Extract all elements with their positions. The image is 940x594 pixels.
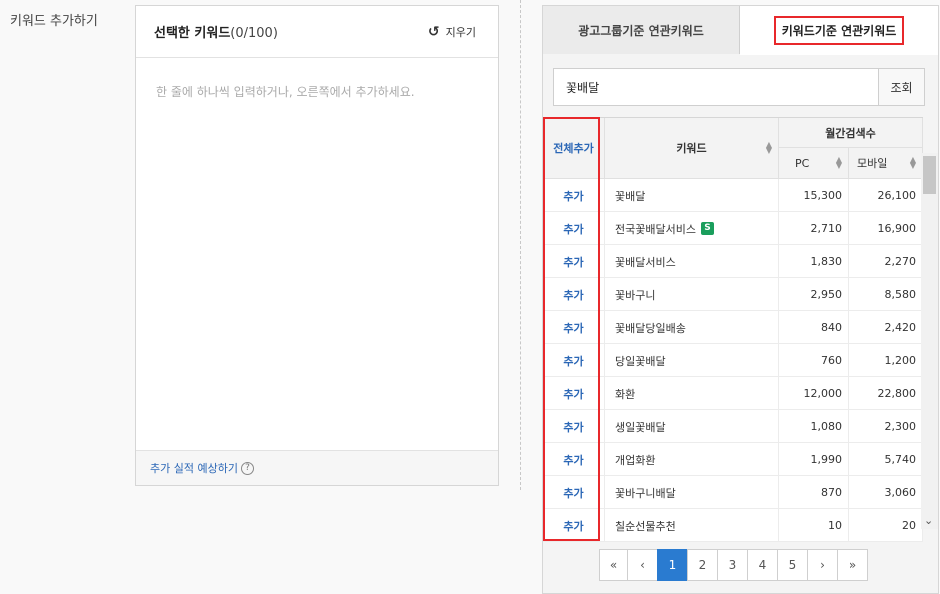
selected-keywords-panel: 선택한 키워드(0/100) ↺ 지우기 한 줄에 하나씩 입력하거나, 오른쪽… <box>135 5 499 486</box>
keyword-cell: 꽃바구니배달 <box>605 476 779 509</box>
pc-count-cell: 2,950 <box>779 278 849 311</box>
pc-count-cell: 1,080 <box>779 410 849 443</box>
keyword-cell: 개업화환 <box>605 443 779 476</box>
selected-keywords-title: 선택한 키워드(0/100) <box>154 26 278 41</box>
panel-divider <box>520 0 521 490</box>
keyword-cell: 전국꽃배달서비스 S <box>605 212 779 245</box>
add-button[interactable]: 추가 <box>543 476 605 509</box>
mobile-count-cell: 8,580 <box>849 278 923 311</box>
tab-bar: 광고그룹기준 연관키워드 키워드기준 연관키워드 <box>543 6 938 55</box>
add-button[interactable]: 추가 <box>543 377 605 410</box>
pagination: « ‹ 1 2 3 4 5 › » <box>599 549 868 581</box>
pc-count-cell: 10 <box>779 509 849 542</box>
add-button[interactable]: 추가 <box>543 410 605 443</box>
table-row: 추가 개업화환 1,990 5,740 <box>543 443 923 476</box>
prev-page-button[interactable]: ‹ <box>627 549 658 581</box>
add-button[interactable]: 추가 <box>543 212 605 245</box>
related-keywords-table: 전체추가 키워드 ▲ ▼ 월간검색수 PC ▲ ▼ 모바일 ▲ ▼ 추가 꽃배달 15,3… <box>543 117 923 542</box>
pc-header[interactable]: PC ▲ ▼ <box>779 148 849 179</box>
badge-icon: S <box>700 222 714 235</box>
page-1-button[interactable]: 1 <box>657 549 688 581</box>
keyword-cell: 꽃바구니 <box>605 278 779 311</box>
refresh-icon: ↺ <box>427 23 440 40</box>
next-page-button[interactable]: › <box>807 549 838 581</box>
table-scrollbar[interactable]: ⌄ <box>921 153 938 529</box>
pc-count-cell: 760 <box>779 344 849 377</box>
add-all-header[interactable]: 전체추가 <box>543 118 605 179</box>
first-page-button[interactable]: « <box>599 549 628 581</box>
keyword-cell: 생일꽃배달 <box>605 410 779 443</box>
keyword-cell: 칠순선물추천 <box>605 509 779 542</box>
keyword-cell: 꽃배달서비스 <box>605 245 779 278</box>
mobile-header[interactable]: 모바일 ▲ ▼ <box>849 148 923 179</box>
mobile-count-cell: 3,060 <box>849 476 923 509</box>
add-button[interactable]: 추가 <box>543 311 605 344</box>
mobile-count-cell: 2,300 <box>849 410 923 443</box>
mobile-count-cell: 26,100 <box>849 179 923 212</box>
table-row: 추가 칠순선물추천 10 20 <box>543 509 923 542</box>
pc-count-cell: 1,830 <box>779 245 849 278</box>
page-4-button[interactable]: 4 <box>747 549 778 581</box>
tab-adgroup-related[interactable]: 광고그룹기준 연관키워드 <box>543 6 740 54</box>
estimate-performance-link[interactable]: 추가 실적 예상하기 <box>150 460 238 476</box>
selected-keywords-header: 선택한 키워드(0/100) ↺ 지우기 <box>136 6 498 58</box>
related-keywords-panel: 광고그룹기준 연관키워드 키워드기준 연관키워드 꽃배달 조회 전체추가 키워드… <box>542 5 939 594</box>
search-button[interactable]: 조회 <box>878 68 925 106</box>
section-label: 키워드 추가하기 <box>10 14 98 29</box>
mobile-count-cell: 16,900 <box>849 212 923 245</box>
pc-count-cell: 2,710 <box>779 212 849 245</box>
table-row: 추가 꽃배달서비스 1,830 2,270 <box>543 245 923 278</box>
monthly-searches-header: 월간검색수 <box>779 118 923 148</box>
clear-button[interactable]: ↺ 지우기 <box>428 24 476 40</box>
page-2-button[interactable]: 2 <box>687 549 718 581</box>
mobile-count-cell: 2,420 <box>849 311 923 344</box>
mobile-count-cell: 20 <box>849 509 923 542</box>
add-button[interactable]: 추가 <box>543 179 605 212</box>
pc-count-cell: 12,000 <box>779 377 849 410</box>
mobile-count-cell: 5,740 <box>849 443 923 476</box>
keyword-textarea[interactable]: 한 줄에 하나씩 입력하거나, 오른쪽에서 추가하세요. <box>136 59 498 453</box>
sort-icon: ▲ ▼ <box>765 140 772 155</box>
keyword-cell: 꽃배달 <box>605 179 779 212</box>
sort-icon: ▲ ▼ <box>909 155 916 170</box>
pc-count-cell: 840 <box>779 311 849 344</box>
last-page-button[interactable]: » <box>837 549 868 581</box>
selected-count: (0/100) <box>230 26 278 41</box>
mobile-count-cell: 2,270 <box>849 245 923 278</box>
table-row: 추가 당일꽃배달 760 1,200 <box>543 344 923 377</box>
search-input[interactable]: 꽃배달 <box>553 68 879 106</box>
table-row: 추가 꽃배달당일배송 840 2,420 <box>543 311 923 344</box>
add-button[interactable]: 추가 <box>543 344 605 377</box>
tab-keyword-related[interactable]: 키워드기준 연관키워드 <box>740 6 938 55</box>
keyword-search: 꽃배달 조회 <box>553 68 925 106</box>
table-row: 추가 꽃배달 15,300 26,100 <box>543 179 923 212</box>
page-5-button[interactable]: 5 <box>777 549 808 581</box>
add-button[interactable]: 추가 <box>543 443 605 476</box>
add-button[interactable]: 추가 <box>543 245 605 278</box>
chevron-down-icon[interactable]: ⌄ <box>924 514 933 527</box>
sort-icon: ▲ ▼ <box>835 155 842 170</box>
table-row: 추가 생일꽃배달 1,080 2,300 <box>543 410 923 443</box>
pc-count-cell: 1,990 <box>779 443 849 476</box>
keyword-cell: 화환 <box>605 377 779 410</box>
mobile-count-cell: 1,200 <box>849 344 923 377</box>
selected-keywords-footer: 추가 실적 예상하기 ? <box>136 450 498 485</box>
keyword-cell: 당일꽃배달 <box>605 344 779 377</box>
keyword-header[interactable]: 키워드 ▲ ▼ <box>605 118 779 179</box>
table-row: 추가 화환 12,000 22,800 <box>543 377 923 410</box>
pc-count-cell: 15,300 <box>779 179 849 212</box>
scroll-thumb[interactable] <box>923 156 936 194</box>
pc-count-cell: 870 <box>779 476 849 509</box>
mobile-count-cell: 22,800 <box>849 377 923 410</box>
page-3-button[interactable]: 3 <box>717 549 748 581</box>
table-row: 추가 꽃바구니 2,950 8,580 <box>543 278 923 311</box>
table-row: 추가 꽃바구니배달 870 3,060 <box>543 476 923 509</box>
add-button[interactable]: 추가 <box>543 509 605 542</box>
keyword-cell: 꽃배달당일배송 <box>605 311 779 344</box>
help-icon[interactable]: ? <box>240 461 254 475</box>
add-button[interactable]: 추가 <box>543 278 605 311</box>
table-row: 추가 전국꽃배달서비스 S 2,710 16,900 <box>543 212 923 245</box>
